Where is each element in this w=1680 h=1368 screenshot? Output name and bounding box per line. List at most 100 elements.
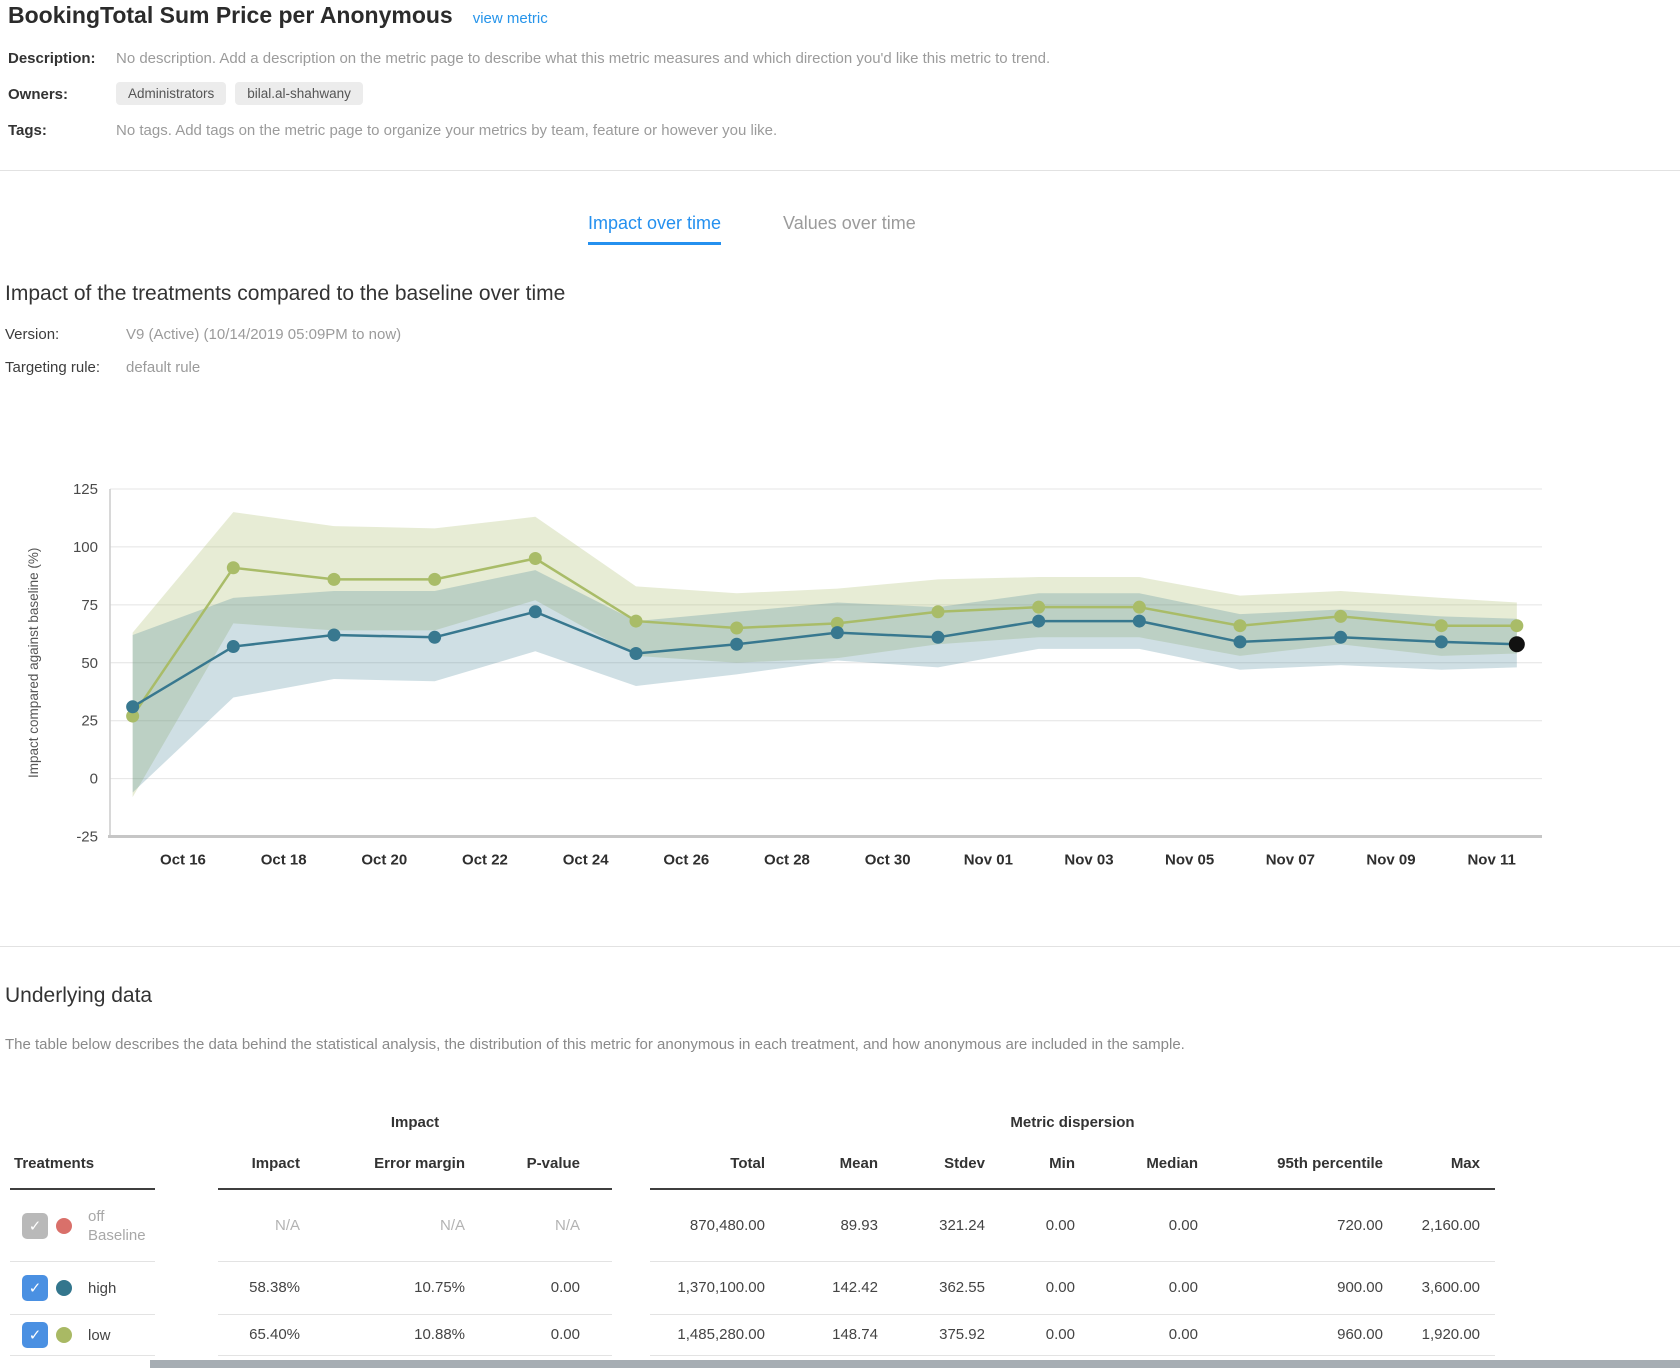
x-tick-label: Nov 01	[964, 852, 1013, 869]
treatment-row-low-95th-percentile: 960.00	[1337, 1326, 1383, 1343]
treatment-row-low-total: 1,485,280.00	[677, 1326, 765, 1343]
version-value: V9 (Active) (10/14/2019 05:09PM to now)	[126, 326, 401, 343]
column-header-p-value: P-value	[527, 1155, 580, 1172]
low-data-point[interactable]	[1334, 610, 1347, 623]
treatment-row-high-95th-percentile: 900.00	[1337, 1279, 1383, 1296]
treatment-row-high-total: 1,370,100.00	[677, 1279, 765, 1296]
treatment-row-off-max: 2,160.00	[1422, 1217, 1480, 1234]
tags-value: No tags. Add tags on the metric page to …	[116, 122, 777, 139]
column-header-95th-percentile: 95th percentile	[1277, 1155, 1383, 1172]
treatment-row-high-error-margin: 10.75%	[414, 1279, 465, 1296]
high-data-point[interactable]	[629, 647, 642, 660]
owner-badges: Administrators bilal.al-shahwany	[116, 82, 363, 105]
tab-values-over-time[interactable]: Values over time	[783, 213, 916, 245]
treatment-row-low-p-value: 0.00	[551, 1326, 580, 1343]
x-tick-label: Oct 20	[361, 852, 407, 869]
high-data-point[interactable]	[428, 631, 441, 644]
high-data-point[interactable]	[1233, 635, 1246, 648]
treatment-row-off-95th-percentile: 720.00	[1337, 1217, 1383, 1234]
x-tick-label: Oct 16	[160, 852, 206, 869]
row-divider	[218, 1355, 612, 1356]
off-treatment-color-dot	[56, 1218, 72, 1234]
x-tick-label: Oct 30	[865, 852, 911, 869]
treatment-row-high-p-value: 0.00	[551, 1279, 580, 1296]
treatments-column-header: Treatments	[14, 1155, 94, 1172]
treatment-row-high-median: 0.00	[1169, 1279, 1198, 1296]
version-label: Version:	[5, 326, 59, 343]
page-title: BookingTotal Sum Price per Anonymous	[8, 2, 453, 29]
treatment-row-off-checkbox[interactable]: ✓	[22, 1213, 48, 1239]
x-tick-label: Oct 24	[563, 852, 610, 869]
high-data-point[interactable]	[1032, 615, 1045, 628]
low-data-point[interactable]	[327, 573, 340, 586]
low-data-point[interactable]	[529, 552, 542, 565]
y-axis-title: Impact compared against baseline (%)	[26, 548, 41, 778]
high-data-point[interactable]	[1334, 631, 1347, 644]
high-data-point[interactable]	[1133, 615, 1146, 628]
y-tick-label: 50	[81, 655, 98, 672]
row-divider	[10, 1261, 155, 1262]
x-tick-label: Nov 05	[1165, 852, 1214, 869]
treatment-row-low-median: 0.00	[1169, 1326, 1198, 1343]
high-data-point[interactable]	[227, 640, 240, 653]
treatment-row-high-label: high	[88, 1279, 116, 1298]
low-data-point[interactable]	[629, 615, 642, 628]
owner-badge-bilal-al-shahwany[interactable]: bilal.al-shahwany	[235, 82, 363, 105]
metric-impact-page: BookingTotal Sum Price per Anonymous vie…	[0, 0, 1680, 1368]
table-header-rule	[10, 1188, 155, 1190]
header-divider	[0, 170, 1680, 171]
row-divider	[218, 1261, 612, 1262]
high-data-point[interactable]	[831, 626, 844, 639]
column-header-stdev: Stdev	[944, 1155, 985, 1172]
description-label: Description:	[8, 50, 96, 67]
row-divider	[650, 1355, 1495, 1356]
column-header-impact: Impact	[252, 1155, 300, 1172]
x-tick-label: Nov 03	[1064, 852, 1113, 869]
treatment-row-high-checkbox[interactable]: ✓	[22, 1275, 48, 1301]
impact-group-header: Impact	[391, 1114, 439, 1131]
x-tick-label: Nov 07	[1266, 852, 1315, 869]
low-data-point[interactable]	[1032, 601, 1045, 614]
treatment-row-low-mean: 148.74	[832, 1326, 878, 1343]
table-header-rule	[218, 1188, 612, 1190]
treatment-row-off-median: 0.00	[1169, 1217, 1198, 1234]
low-data-point[interactable]	[428, 573, 441, 586]
high-data-point[interactable]	[1435, 635, 1448, 648]
row-divider	[650, 1314, 1495, 1315]
y-tick-label: 25	[81, 713, 98, 730]
treatment-row-off-stdev: 321.24	[939, 1217, 985, 1234]
high-data-point[interactable]	[327, 628, 340, 641]
treatment-row-low-checkbox[interactable]: ✓	[22, 1322, 48, 1348]
treatment-row-low-label: low	[88, 1326, 111, 1345]
low-data-point[interactable]	[730, 622, 743, 635]
low-data-point[interactable]	[227, 561, 240, 574]
targeting-rule-label: Targeting rule:	[5, 359, 100, 376]
treatment-row-low-stdev: 375.92	[939, 1326, 985, 1343]
impact-over-time-chart[interactable]: 1251007550250-25Oct 16Oct 18Oct 20Oct 22…	[0, 440, 1680, 880]
low-data-point[interactable]	[931, 605, 944, 618]
selected-data-point[interactable]	[1509, 636, 1525, 652]
x-tick-label: Oct 28	[764, 852, 810, 869]
y-tick-label: 125	[73, 481, 98, 498]
owner-badge-administrators[interactable]: Administrators	[116, 82, 226, 105]
treatment-row-high-impact: 58.38%	[249, 1279, 300, 1296]
low-treatment-color-dot	[56, 1327, 72, 1343]
tab-impact-over-time[interactable]: Impact over time	[588, 213, 721, 245]
treatment-row-high-max: 3,600.00	[1422, 1279, 1480, 1296]
targeting-rule-value: default rule	[126, 359, 200, 376]
high-data-point[interactable]	[730, 638, 743, 651]
low-data-point[interactable]	[1233, 619, 1246, 632]
y-tick-label: -25	[76, 829, 98, 846]
high-data-point[interactable]	[931, 631, 944, 644]
treatment-row-off-min: 0.00	[1046, 1217, 1075, 1234]
x-tick-label: Nov 09	[1366, 852, 1415, 869]
low-data-point[interactable]	[1510, 619, 1523, 632]
view-metric-link[interactable]: view metric	[473, 10, 548, 27]
low-data-point[interactable]	[1435, 619, 1448, 632]
table-header-rule	[650, 1188, 1495, 1190]
treatment-row-off-total: 870,480.00	[690, 1217, 765, 1234]
low-data-point[interactable]	[1133, 601, 1146, 614]
high-data-point[interactable]	[126, 700, 139, 713]
treatment-row-high-mean: 142.42	[832, 1279, 878, 1296]
high-data-point[interactable]	[529, 605, 542, 618]
